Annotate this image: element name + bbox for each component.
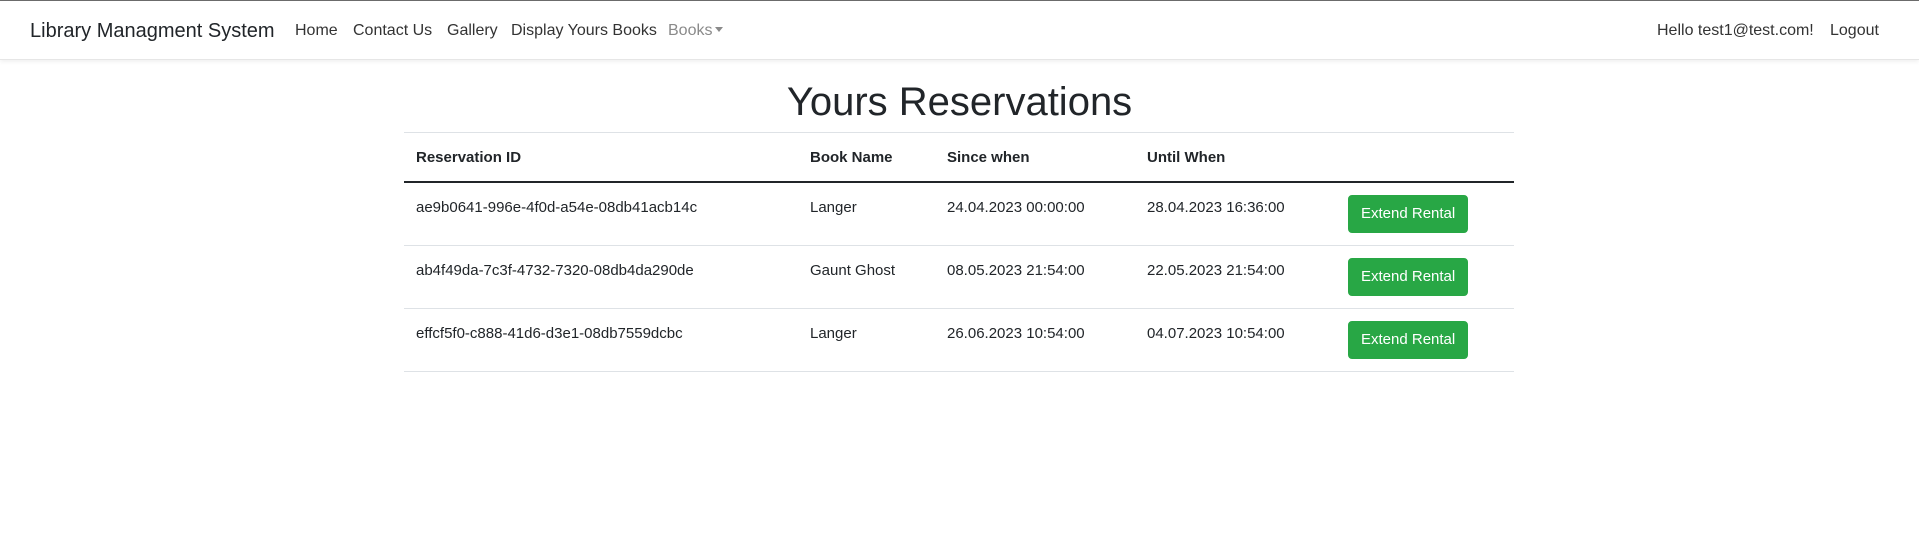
nav-gallery[interactable]: Gallery bbox=[447, 21, 498, 41]
navbar: Library Managment System Home Contact Us… bbox=[0, 1, 1919, 60]
book-name: Langer bbox=[810, 199, 857, 216]
reservation-id: ab4f49da-7c3f-4732-7320-08db4da290de bbox=[416, 262, 694, 279]
book-name: Gaunt Ghost bbox=[810, 262, 896, 279]
nav-books-dropdown[interactable]: Books bbox=[668, 21, 724, 41]
book-name: Langer bbox=[810, 325, 857, 342]
table-row: ae9b0641-996e-4f0d-a54e-08db41acb14c Lan… bbox=[404, 182, 1514, 246]
extend-rental-button[interactable]: Extend Rental bbox=[1348, 321, 1469, 359]
brand-link[interactable]: Library Managment System bbox=[30, 19, 275, 43]
nav-books-label: Books bbox=[668, 22, 713, 39]
header-reservation-id: Reservation ID bbox=[404, 132, 798, 183]
reservations-table: Reservation ID Book Name Since when Unti… bbox=[404, 132, 1514, 372]
table-row: effcf5f0-c888-41d6-d3e1-08db7559dcbc Lan… bbox=[404, 308, 1514, 372]
extend-rental-button[interactable]: Extend Rental bbox=[1348, 258, 1469, 296]
header-book-name: Book Name bbox=[798, 132, 935, 183]
user-greeting: Hello test1@test.com! bbox=[1657, 22, 1814, 39]
since-when: 24.04.2023 00:00:00 bbox=[947, 199, 1085, 216]
until-when: 04.07.2023 10:54:00 bbox=[1147, 325, 1285, 342]
reservation-id: ae9b0641-996e-4f0d-a54e-08db41acb14c bbox=[416, 199, 698, 216]
header-actions bbox=[1336, 132, 1514, 183]
table-header-row: Reservation ID Book Name Since when Unti… bbox=[404, 132, 1514, 183]
nav-home[interactable]: Home bbox=[295, 21, 338, 41]
nav-display-books[interactable]: Display Yours Books bbox=[511, 21, 657, 41]
logout-link[interactable]: Logout bbox=[1830, 21, 1879, 41]
extend-rental-button[interactable]: Extend Rental bbox=[1348, 195, 1469, 233]
header-since-when: Since when bbox=[935, 132, 1135, 183]
header-until-when: Until When bbox=[1135, 132, 1336, 183]
chevron-down-icon bbox=[715, 27, 724, 32]
table-row: ab4f49da-7c3f-4732-7320-08db4da290de Gau… bbox=[404, 245, 1514, 309]
nav-contact-us[interactable]: Contact Us bbox=[353, 21, 432, 41]
since-when: 26.06.2023 10:54:00 bbox=[947, 325, 1085, 342]
until-when: 28.04.2023 16:36:00 bbox=[1147, 199, 1285, 216]
page-title: Yours Reservations bbox=[786, 80, 1133, 124]
until-when: 22.05.2023 21:54:00 bbox=[1147, 262, 1285, 279]
since-when: 08.05.2023 21:54:00 bbox=[947, 262, 1085, 279]
reservation-id: effcf5f0-c888-41d6-d3e1-08db7559dcbc bbox=[416, 325, 683, 342]
